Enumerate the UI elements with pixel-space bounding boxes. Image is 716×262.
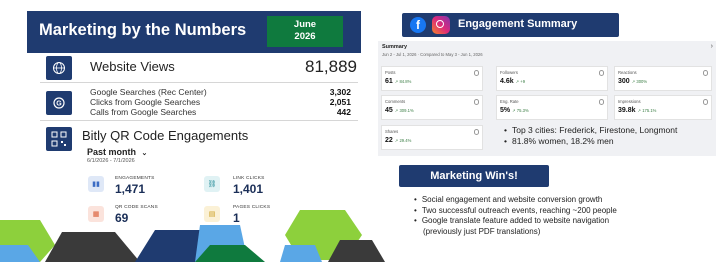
- bar-chart-icon: ▮▮: [88, 176, 104, 192]
- info-icon: [598, 70, 604, 76]
- engagement-title: Engagement Summary: [458, 18, 578, 30]
- google-search-values: 3,302 2,051 442: [330, 87, 351, 117]
- engagement-bullets: Top 3 cities: Frederick, Firestone, Long…: [504, 125, 677, 147]
- card-label: Followers: [500, 70, 518, 75]
- link-clicks-label: LINK CLICKS: [233, 176, 265, 181]
- marketing-wins-list: Social engagement and website conversion…: [414, 195, 617, 237]
- qr-scans-label: QR CODE SCANS: [115, 205, 158, 210]
- page-icon: ▤: [204, 206, 220, 222]
- engagement-header: f Engagement Summary: [402, 13, 619, 37]
- bullet-demographics: 81.8% women, 18.2% men: [504, 136, 677, 147]
- marketing-header: Marketing by the Numbers June 2026: [27, 11, 361, 53]
- period-selector[interactable]: Past month ⌄: [87, 147, 147, 157]
- hexagon-decoration: [0, 210, 385, 262]
- info-icon: [598, 99, 604, 105]
- metric-card-shares: Shares 22 ↗ 29.4%: [381, 125, 483, 150]
- card-value: 45 ↗ 309.1%: [385, 107, 414, 114]
- card-label: Comments: [385, 99, 406, 104]
- link-clicks-value: 1,401: [233, 182, 264, 196]
- card-label: Eng. Rate: [500, 99, 519, 104]
- card-label: Impressions: [618, 99, 641, 104]
- metric-card-followers: Followers 4.6k ↗ +9: [496, 66, 608, 91]
- engagements-value: 1,471: [115, 182, 146, 196]
- card-label: Reactions: [618, 70, 637, 75]
- info-icon: [473, 129, 479, 135]
- metric-card-comments: Comments 45 ↗ 309.1%: [381, 95, 483, 120]
- info-icon: [702, 99, 708, 105]
- qr-scan-icon: ▦: [88, 206, 104, 222]
- card-label: Shares: [385, 129, 399, 134]
- google-searches-label: Google Searches (Rec Center): [90, 87, 207, 97]
- month-label: June: [293, 19, 317, 30]
- marketing-wins-header: Marketing Win's!: [399, 165, 549, 187]
- period-range: 6/1/2026 - 7/1/2026: [87, 158, 135, 164]
- card-value: 39.8k ↗ 175.1%: [618, 107, 657, 114]
- card-value: 61 ↗ 84.8%: [385, 78, 412, 85]
- month-badge: June 2026: [267, 16, 343, 47]
- bullet-cities: Top 3 cities: Frederick, Firestone, Long…: [504, 125, 677, 136]
- qr-code-icon: [46, 127, 72, 151]
- chevron-down-icon: ⌄: [141, 150, 148, 157]
- win-item-continued: (previously just PDF translations): [423, 226, 541, 236]
- engagements-label: ENGAGEMENTS: [115, 176, 155, 181]
- instagram-icon: [432, 16, 450, 34]
- google-icon: G: [46, 91, 72, 115]
- divider: [40, 82, 358, 83]
- bitly-title: Bitly QR Code Engagements: [82, 128, 249, 143]
- period-label: Past month: [87, 147, 137, 157]
- summary-panel: Summary Jun 2 - Jul 1, 2026 · Compared t…: [378, 41, 716, 156]
- chevron-right-icon[interactable]: ›: [711, 43, 713, 50]
- summary-title: Summary: [382, 44, 408, 50]
- google-clicks-value: 2,051: [329, 97, 351, 107]
- win-item: Social engagement and website conversion…: [414, 195, 617, 206]
- google-search-labels: Google Searches (Rec Center) Clicks from…: [90, 87, 207, 117]
- google-calls-label: Calls from Google Searches: [90, 107, 197, 117]
- facebook-icon: f: [410, 17, 426, 33]
- metric-card-reactions: Reactions 300 ↗ 300%: [614, 66, 712, 91]
- info-icon: [702, 70, 708, 76]
- divider: [40, 120, 358, 121]
- google-calls-value: 442: [336, 107, 351, 117]
- qr-scans-value: 69: [115, 211, 129, 225]
- summary-subtitle: Jun 2 - Jul 1, 2026 · Compared to May 3 …: [382, 52, 483, 57]
- card-value: 4.6k ↗ +9: [500, 78, 526, 85]
- info-icon: [473, 99, 479, 105]
- website-views-value: 81,889: [305, 57, 357, 76]
- link-icon: ⛓: [204, 176, 220, 192]
- google-clicks-label: Clicks from Google Searches: [90, 97, 201, 107]
- win-item: Two successful outreach events, reaching…: [414, 206, 617, 217]
- globe-icon: [46, 56, 72, 80]
- card-label: Posts: [385, 70, 396, 75]
- pages-clicks-label: PAGES CLICKS: [233, 205, 271, 210]
- year-label: 2026: [294, 31, 316, 42]
- svg-text:G: G: [56, 101, 62, 108]
- metric-card-posts: Posts 61 ↗ 84.8%: [381, 66, 483, 91]
- website-views-label: Website Views: [90, 59, 175, 74]
- google-searches-value: 3,302: [329, 87, 351, 97]
- metric-card-impressions: Impressions 39.8k ↗ 175.1%: [614, 95, 712, 120]
- info-icon: [473, 70, 479, 76]
- metric-card-eng-rate: Eng. Rate 5% ↗ 75.3%: [496, 95, 608, 120]
- pages-clicks-value: 1: [233, 211, 240, 225]
- card-value: 22 ↗ 29.4%: [385, 137, 412, 144]
- card-value: 5% ↗ 75.3%: [500, 107, 529, 114]
- win-item: Google translate feature added to websit…: [414, 216, 617, 227]
- card-value: 300 ↗ 300%: [618, 78, 648, 85]
- page-title: Marketing by the Numbers: [39, 21, 247, 39]
